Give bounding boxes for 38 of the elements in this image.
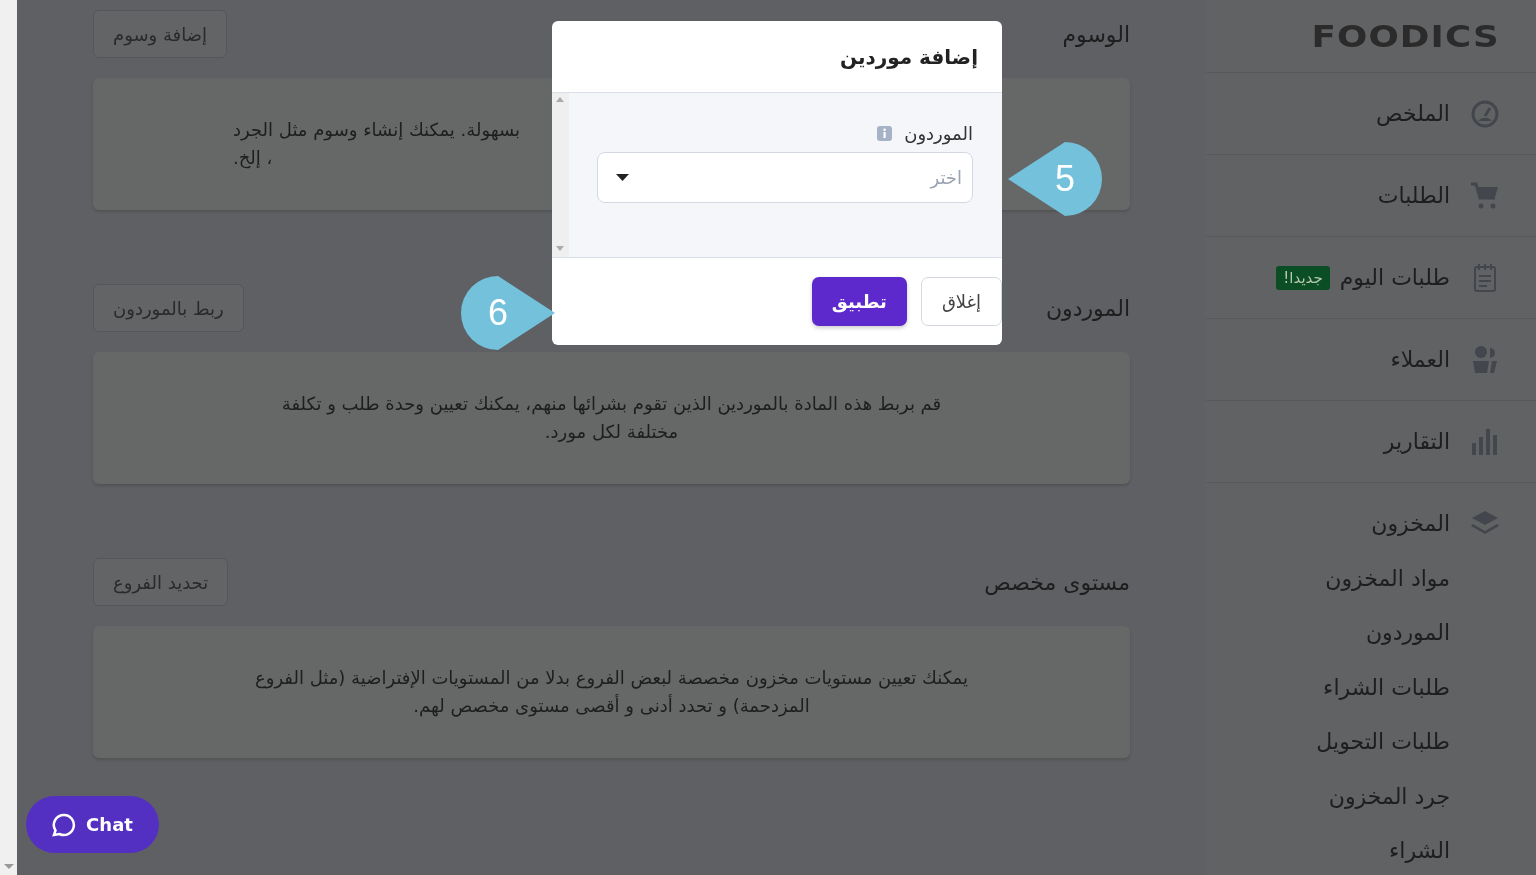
sidebar-subitem[interactable]: الموردون — [1365, 620, 1450, 646]
sidebar-subitem[interactable]: جرد المخزون — [1328, 783, 1450, 809]
dialog-title: إضافة موردين — [839, 44, 978, 69]
caret-icon — [616, 174, 629, 181]
gauge-icon — [1470, 98, 1500, 129]
apply-button[interactable]: تطبيق — [811, 277, 907, 326]
info-text: بسهولة. يمكنك إنشاء وسوم مثل الجرد ، إلخ. — [233, 118, 521, 171]
section-title: مستوى مخصص — [984, 569, 1130, 595]
sidebar-subitem[interactable]: الشراء — [1388, 838, 1450, 864]
chat-button[interactable]: Chat — [26, 796, 159, 853]
sidebar-subitem[interactable]: طلبات الشراء — [1323, 674, 1450, 700]
field-label: الموردون — [904, 123, 973, 144]
section-button[interactable]: تحديد الفروع — [93, 558, 229, 606]
section-title: الموردون — [1045, 295, 1130, 321]
sidebar-item[interactable]: التقارير — [1206, 401, 1536, 483]
sidebar-item[interactable]: المخزون — [1206, 483, 1536, 563]
section-button[interactable]: إضافة وسوم — [93, 10, 227, 58]
sidebar-item[interactable]: الطلبات — [1206, 155, 1536, 237]
info-text: قم بربط هذه المادة بالموردين الذين تقوم بشرائها منهم، يمكنك تعيين وحدة طلب و تكلفة مختلفة لكل مورد. — [281, 392, 942, 445]
sidebar-item[interactable]: الملخص — [1206, 73, 1536, 155]
bar-chart-icon — [1470, 426, 1500, 457]
sidebar-item[interactable]: طلبات اليوم جديدا! — [1206, 237, 1536, 319]
step-callout: 5 — [1008, 142, 1102, 216]
step-callout: 6 — [461, 276, 555, 350]
section-title: الوسوم — [1062, 21, 1130, 47]
logo: FOODICS — [1311, 18, 1500, 54]
sidebar-item[interactable]: العملاء — [1206, 319, 1536, 401]
sidebar-subitem[interactable]: مواد المخزون — [1325, 565, 1450, 591]
cart-icon — [1470, 180, 1500, 211]
info-text: يمكنك تعيين مستويات مخزون مخصصة لبعض الفروع بدلا من المستويات الإفتراضية (مثل الفروع المزدحمة) و تحدد أدنى و أقصى مستوى مخصص لهم. — [254, 666, 969, 719]
users-icon — [1470, 344, 1500, 375]
close-button[interactable]: إغلاق — [920, 277, 1002, 326]
section-button[interactable]: ربط بالموردون — [93, 284, 244, 332]
sidebar-subitem[interactable]: طلبات التحويل — [1316, 729, 1450, 755]
new-badge: جديدا! — [1276, 265, 1330, 290]
info-icon — [877, 126, 893, 141]
chat-bubble-icon — [52, 812, 77, 837]
supplier-select[interactable]: اختر — [597, 152, 973, 203]
